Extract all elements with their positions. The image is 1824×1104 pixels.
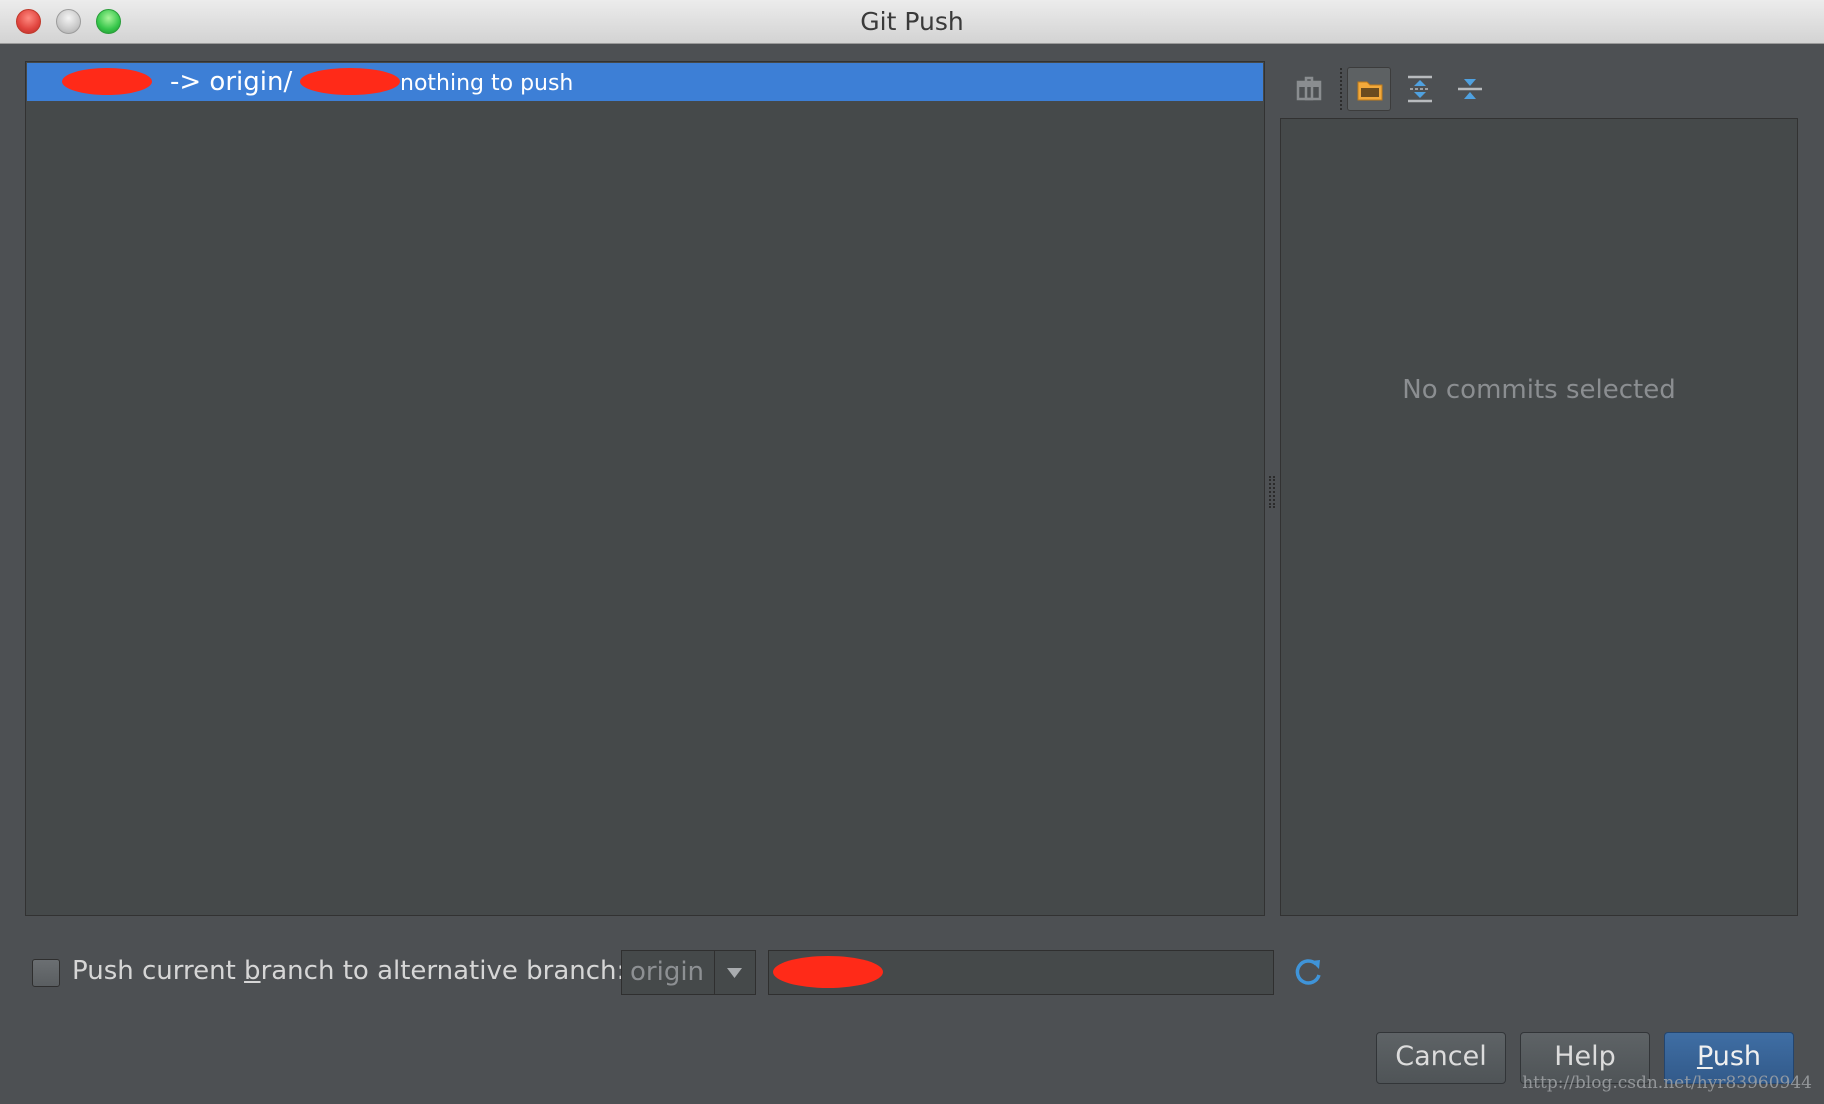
toolbar-separator (1340, 68, 1342, 110)
package-icon (1296, 76, 1322, 101)
redacted-remote-branch (300, 68, 400, 95)
panel-splitter[interactable] (1269, 476, 1275, 508)
dropdown-arrow-icon[interactable] (714, 951, 755, 994)
refresh-icon[interactable] (1290, 955, 1326, 991)
repo-row[interactable]: -> origin/ nothing to push (27, 63, 1263, 101)
redacted-branch-name (773, 956, 883, 988)
alt-label-mnemonic: b (244, 956, 261, 986)
collapse-all-icon (1458, 79, 1482, 99)
folder-group-icon (1357, 81, 1383, 101)
window-title: Git Push (860, 7, 964, 36)
push-label-rest: ush (1712, 1041, 1762, 1072)
alternative-branch-input[interactable] (768, 950, 1274, 995)
alt-label-prefix: Push current (72, 956, 245, 986)
no-commits-text: No commits selected (1402, 375, 1676, 405)
expand-all-button[interactable] (1398, 67, 1442, 111)
commit-details-panel: No commits selected (1280, 118, 1798, 916)
package-button[interactable] (1287, 67, 1331, 111)
push-mnemonic: P (1696, 1041, 1713, 1072)
alternative-branch-checkbox[interactable] (32, 959, 60, 987)
redacted-local-branch (62, 68, 152, 95)
alternative-branch-label: Push current branch to alternative branc… (72, 956, 625, 986)
expand-all-icon (1408, 75, 1432, 103)
title-bar: Git Push (0, 0, 1824, 44)
push-target-arrow: -> origin/ (170, 67, 293, 97)
group-by-directory-button[interactable] (1347, 67, 1391, 111)
alt-label-suffix: ranch to alternative branch: (260, 956, 626, 986)
watermark-text: http://blog.csdn.net/hyr83960944 (1522, 1073, 1812, 1093)
cancel-button[interactable]: Cancel (1376, 1032, 1506, 1084)
collapse-all-button[interactable] (1448, 67, 1492, 111)
push-status-text: nothing to push (400, 71, 574, 96)
push-tree-panel: -> origin/ nothing to push (25, 61, 1265, 916)
remote-select-value: origin (630, 957, 705, 987)
remote-select[interactable]: origin (621, 950, 756, 995)
